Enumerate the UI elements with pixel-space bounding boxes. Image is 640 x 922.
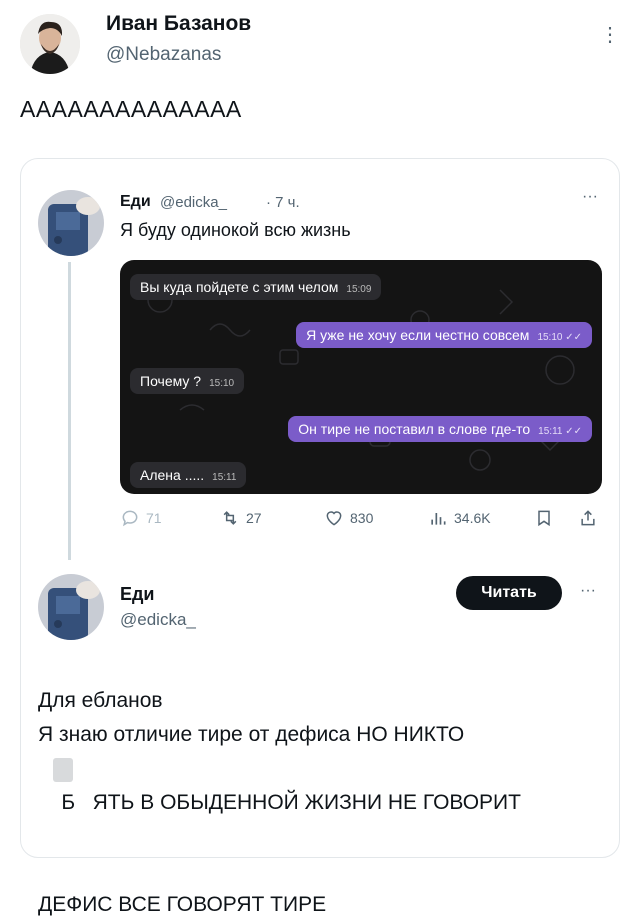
bookmark-icon [538, 510, 550, 527]
like-count: 830 [350, 510, 374, 526]
quote-text: Я буду одинокой всю жизнь [120, 220, 351, 240]
message-time: 15:09 [346, 284, 372, 295]
retweet-icon [223, 511, 237, 525]
more-options-icon[interactable]: ⋮ [600, 22, 620, 47]
author-name[interactable]: Иван Базанов [106, 12, 251, 36]
share-icon [581, 510, 595, 526]
quote-author-handle[interactable]: @edicka_ [160, 194, 227, 211]
message-text: Я уже не хочу если честно совсем [306, 327, 530, 343]
thread-line [68, 262, 71, 560]
like-button[interactable]: 830 [324, 508, 373, 528]
heart-icon [326, 511, 342, 526]
incoming-message: Алена ..... 15:11 [130, 462, 247, 488]
message-time: 15:11 ✓✓ [538, 426, 582, 437]
censor-blur [53, 758, 73, 782]
reply-line-4: ДЕФИС ВСЕ ГОВОРЯТ ТИРЕ [38, 893, 327, 916]
quote-time[interactable]: · 7 ч. [266, 194, 300, 211]
reply-line-1: Для ебланов [38, 689, 163, 712]
author-avatar[interactable] [20, 14, 80, 74]
message-text: Он тире не поставил в слове где-то [298, 421, 531, 437]
message-time: 15:10 [209, 378, 235, 389]
quote-avatar[interactable] [38, 190, 104, 256]
reply-line-2: Я знаю отличие тире от дефиса НО НИКТО [38, 723, 465, 746]
reply-line-3: Б ЯТЬ В ОБЫДЕННОЙ ЖИЗНИ НЕ ГОВОРИТ [38, 752, 521, 888]
quote-author-name[interactable]: Еди [120, 193, 151, 211]
share-button[interactable] [578, 508, 598, 528]
reply-line-3-text: Б ЯТЬ В ОБЫДЕННОЙ ЖИЗНИ НЕ ГОВОРИТ [61, 791, 521, 814]
message-time: 15:11 [212, 472, 237, 483]
chat-screenshot[interactable]: Вы куда пойдете с этим челом 15:09 Я уже н… [120, 260, 602, 494]
reply-button[interactable]: 71 [120, 508, 162, 528]
reply-author-handle[interactable]: @edicka_ [120, 610, 196, 630]
bookmark-button[interactable] [534, 508, 554, 528]
outgoing-message: Он тире не поставил в слове где-то 15:11 … [288, 416, 592, 442]
views-icon [431, 513, 446, 525]
message-time: 15:10 ✓✓ [537, 332, 582, 343]
views-count: 34.6K [454, 510, 491, 526]
reply-more-icon[interactable]: ··· [580, 582, 596, 600]
follow-button[interactable]: Читать [456, 576, 562, 610]
reply-author-name[interactable]: Еди [120, 584, 155, 605]
incoming-message: Вы куда пойдете с этим челом 15:09 [130, 274, 382, 300]
views-button[interactable]: 34.6K [428, 508, 491, 528]
reply-icon [122, 510, 138, 527]
incoming-message: Почему ? 15:10 [130, 368, 245, 394]
author-handle[interactable]: @Nebazanas [106, 44, 221, 66]
reply-count: 71 [146, 510, 162, 526]
reply-avatar[interactable] [38, 574, 104, 640]
quote-more-icon[interactable]: ··· [582, 188, 598, 206]
message-text: Алена ..... [140, 467, 205, 483]
reply-text: Для ебланов Я знаю отличие тире от дефис… [38, 684, 521, 922]
retweet-count: 27 [246, 510, 262, 526]
message-text: Почему ? [140, 373, 202, 389]
message-text: Вы куда пойдете с этим челом [140, 279, 339, 295]
retweet-button[interactable]: 27 [220, 508, 262, 528]
outgoing-message: Я уже не хочу если честно совсем 15:10 ✓✓ [296, 322, 592, 348]
post-text: АААААААААААААА [20, 96, 242, 122]
